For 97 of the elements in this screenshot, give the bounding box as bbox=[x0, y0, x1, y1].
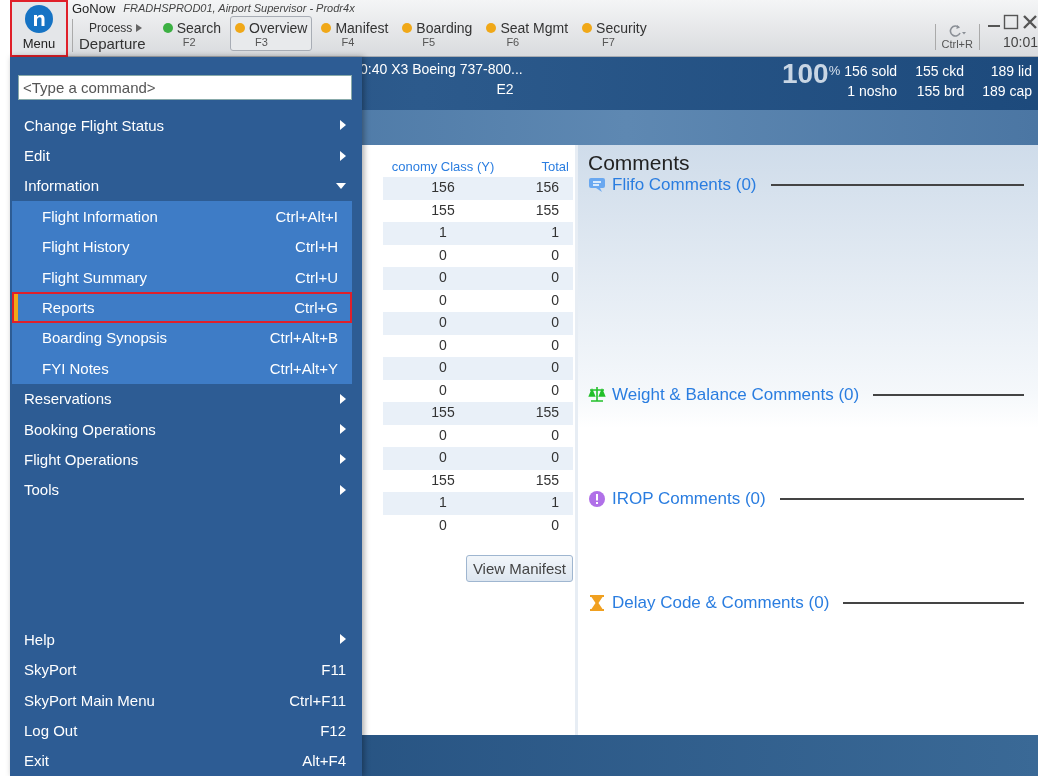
table-cell: 0 bbox=[383, 312, 503, 335]
table-cell-text: 0 bbox=[550, 380, 560, 400]
menu-item[interactable]: SkyPort Main Menu Ctrl+F11 bbox=[10, 684, 362, 716]
caret-icon bbox=[136, 24, 143, 32]
caret-icon bbox=[340, 120, 346, 131]
scale-icon bbox=[588, 386, 606, 404]
menu-item[interactable]: Edit bbox=[10, 140, 362, 171]
caret-icon bbox=[340, 424, 346, 435]
caret-icon bbox=[340, 150, 346, 161]
hourglass-icon bbox=[588, 594, 606, 612]
column-header: conomy Class (Y) bbox=[390, 158, 496, 176]
table-cell: 1 bbox=[383, 492, 503, 515]
table-cell-text: 0 bbox=[550, 335, 560, 355]
percent-sign: % bbox=[828, 63, 841, 78]
table-cell: 0 bbox=[503, 312, 573, 335]
menu-item[interactable]: SkyPort F11 bbox=[10, 654, 362, 685]
table-cell-text: 0 bbox=[438, 245, 448, 265]
comments-title: Comments bbox=[588, 151, 691, 175]
table-cell-text: 0 bbox=[550, 245, 560, 265]
refresh-button[interactable]: Ctrl+R bbox=[934, 24, 980, 50]
table-cell-text: 0 bbox=[438, 425, 448, 445]
menu-item[interactable]: Information bbox=[10, 170, 362, 202]
table-cell: 0 bbox=[503, 267, 573, 290]
menu-item[interactable]: Log Out F12 bbox=[10, 715, 362, 746]
stat-value: 155 ckd bbox=[915, 63, 965, 79]
gate-label: E2 bbox=[496, 81, 514, 97]
submenu-item[interactable]: Boarding Synopsis Ctrl+Alt+B bbox=[12, 322, 352, 354]
tab[interactable]: Manifest F4 bbox=[316, 16, 394, 51]
table-cell: 156 bbox=[383, 177, 503, 200]
stat-value: 156 sold bbox=[844, 63, 898, 79]
tab[interactable]: Overview F3 bbox=[230, 16, 313, 51]
table-cell: 0 bbox=[383, 447, 503, 470]
tab[interactable]: Seat Mgmt F6 bbox=[481, 16, 574, 51]
view-manifest-button[interactable]: View Manifest bbox=[465, 555, 573, 582]
table-cell: 1 bbox=[383, 222, 503, 245]
command-field[interactable]: <Type a command> bbox=[18, 75, 352, 100]
menu-item[interactable]: Help bbox=[10, 624, 362, 655]
table-cell-text: 155 bbox=[534, 200, 560, 220]
logo-icon bbox=[24, 4, 54, 34]
table-cell: 0 bbox=[503, 447, 573, 470]
menu-item[interactable]: Flight Operations bbox=[10, 444, 362, 475]
menu-item[interactable]: Change Flight Status bbox=[10, 110, 362, 141]
refresh-icon bbox=[948, 24, 967, 38]
table-cell-text: 155 bbox=[430, 200, 456, 220]
table-cell: 0 bbox=[383, 357, 503, 380]
caret-icon bbox=[340, 393, 346, 404]
menu-button[interactable]: Menu bbox=[10, 0, 68, 57]
table-cell-text: 0 bbox=[550, 425, 560, 445]
submenu-item[interactable]: Flight History Ctrl+H bbox=[12, 231, 352, 262]
comments-link[interactable]: Delay Code & Comments (0) bbox=[612, 593, 830, 613]
menu-item[interactable]: Exit Alt+F4 bbox=[10, 745, 362, 776]
table-cell-text: 0 bbox=[550, 515, 560, 535]
submenu-item[interactable]: FYI Notes Ctrl+Alt+Y bbox=[12, 353, 352, 384]
clock-time: 10:01 bbox=[1002, 34, 1038, 50]
submenu-item[interactable]: Flight Summary Ctrl+U bbox=[12, 261, 352, 293]
table-cell-text: 155 bbox=[534, 470, 560, 490]
menu-item[interactable]: Tools bbox=[10, 474, 362, 506]
stat-value: 1 nosho bbox=[846, 83, 898, 99]
table-cell: 0 bbox=[383, 267, 503, 290]
stat-value: 155 brd bbox=[915, 83, 965, 99]
caret-icon bbox=[340, 634, 346, 645]
menu-item[interactable]: Booking Operations bbox=[10, 413, 362, 445]
table-cell: 155 bbox=[383, 402, 503, 425]
table-cell: 1 bbox=[503, 492, 573, 515]
tab[interactable]: Security F7 bbox=[577, 16, 652, 51]
speech-bubble-icon bbox=[588, 176, 606, 194]
column-header: Total bbox=[540, 158, 570, 176]
app-title: GoNow bbox=[72, 0, 116, 16]
table-cell: 155 bbox=[503, 402, 573, 425]
maximize-icon bbox=[1003, 14, 1019, 30]
caret-icon bbox=[340, 454, 346, 465]
tab[interactable]: Search F2 bbox=[157, 16, 227, 51]
stat-value: 189 lid bbox=[989, 63, 1032, 79]
minimize-icon bbox=[988, 25, 1000, 27]
session-info: FRADHSPROD01, Airport Supervisor - Prodr4x bbox=[123, 2, 355, 14]
table-cell-text: 0 bbox=[438, 290, 448, 310]
tab[interactable]: Boarding F5 bbox=[397, 16, 478, 51]
close-icon bbox=[1022, 14, 1038, 30]
alert-icon bbox=[588, 490, 606, 508]
comments-link[interactable]: IROP Comments (0) bbox=[612, 489, 766, 509]
table-cell-text: 155 bbox=[430, 470, 456, 490]
submenu-item[interactable]: Flight Information Ctrl+Alt+I bbox=[12, 201, 352, 232]
table-cell: 156 bbox=[503, 177, 573, 200]
table-cell-text: 0 bbox=[550, 290, 560, 310]
load-percent: 100 bbox=[781, 59, 829, 89]
table-cell-text: 0 bbox=[438, 335, 448, 355]
comments-link[interactable]: Weight & Balance Comments (0) bbox=[612, 385, 860, 405]
stat-value: 189 cap bbox=[982, 83, 1032, 99]
table-cell-text: 0 bbox=[438, 380, 448, 400]
table-cell-text: 0 bbox=[438, 515, 448, 535]
table-cell: 0 bbox=[503, 357, 573, 380]
table-cell: 1 bbox=[503, 222, 573, 245]
menu-item[interactable]: Reservations bbox=[10, 383, 362, 414]
process-selector[interactable]: Process Departure bbox=[72, 19, 154, 52]
submenu-item[interactable]: Reports Ctrl+G bbox=[12, 292, 352, 323]
caret-icon bbox=[336, 182, 346, 189]
caret-icon bbox=[340, 484, 346, 495]
